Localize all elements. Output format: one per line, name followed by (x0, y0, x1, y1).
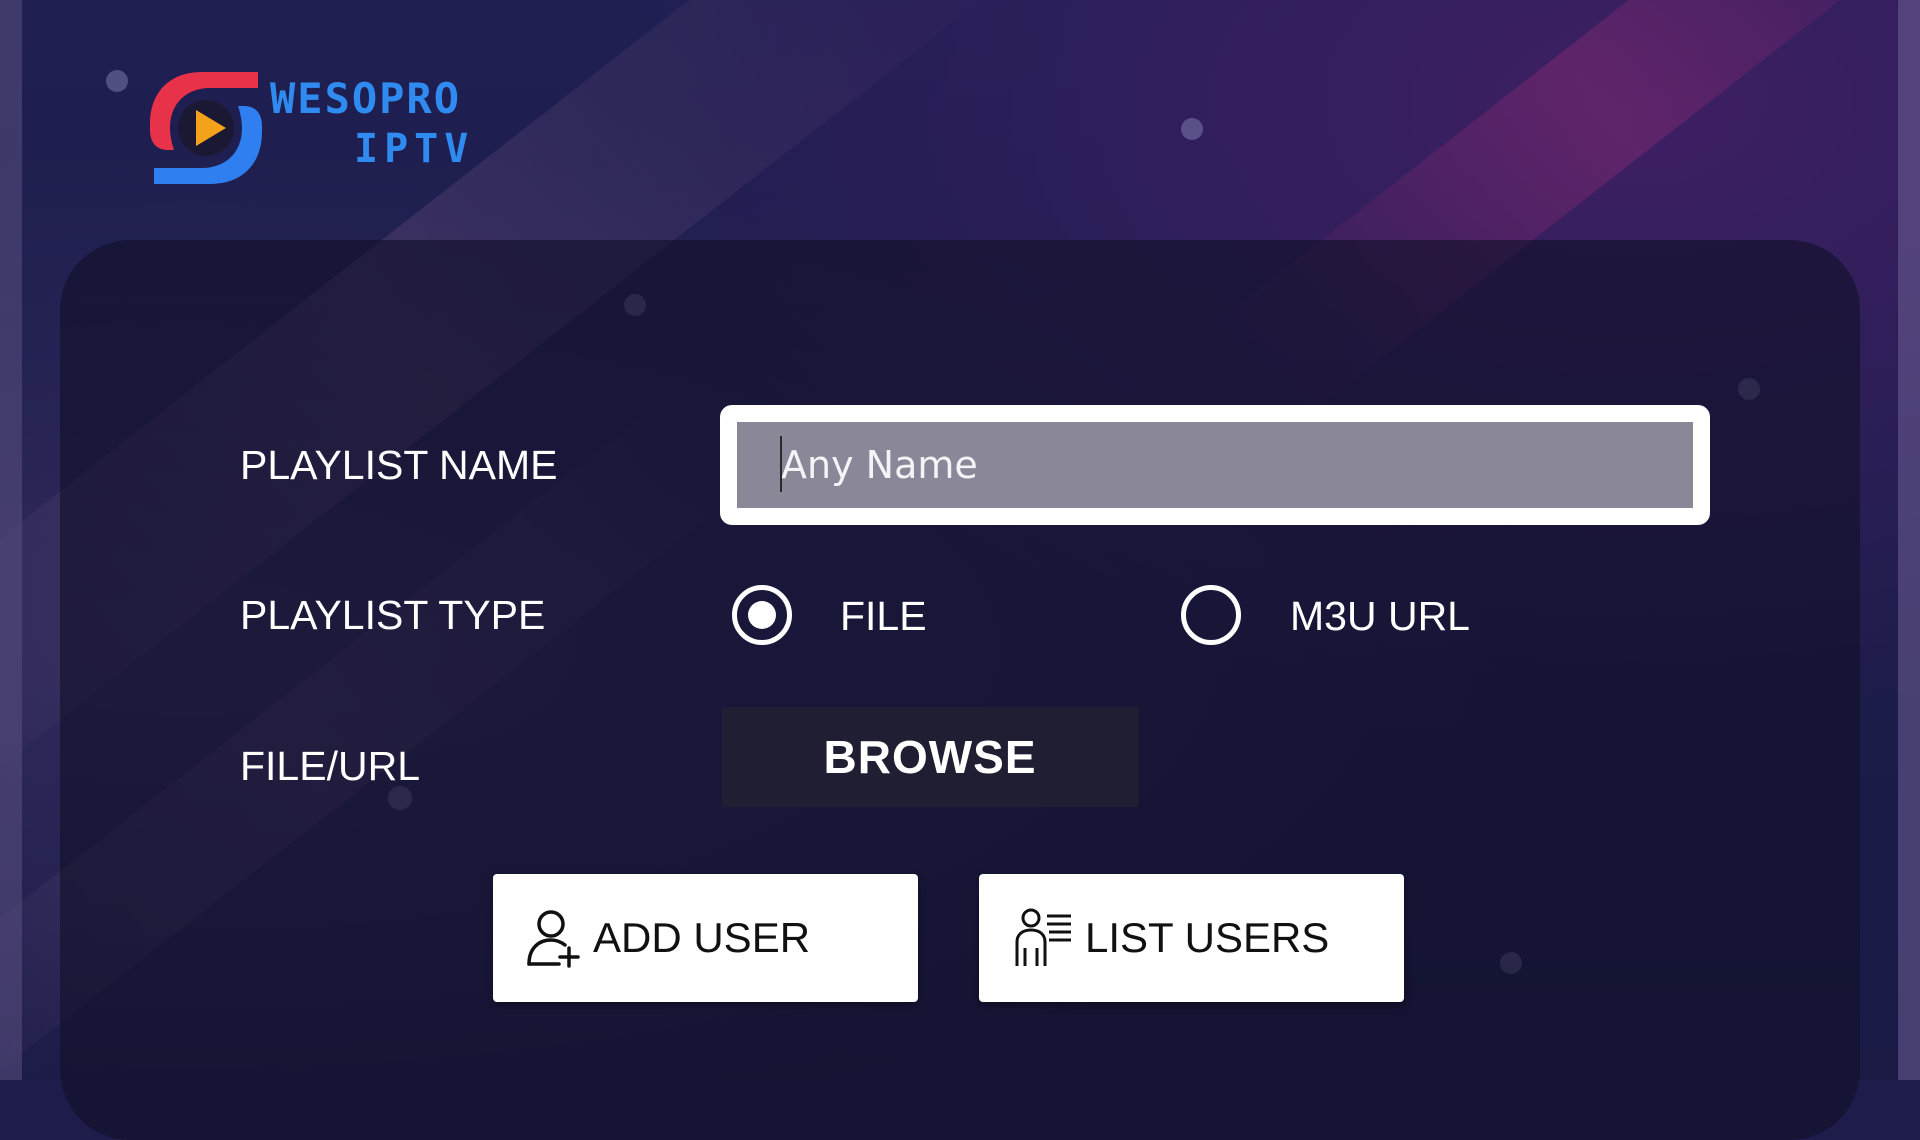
list-users-button[interactable]: LIST USERS (979, 874, 1404, 1002)
file-option-label[interactable]: FILE (840, 593, 927, 640)
brand-subtitle: IPTV (354, 126, 475, 172)
list-users-icon (1015, 908, 1071, 966)
playlist-name-field[interactable] (720, 405, 1710, 525)
right-edge (1898, 0, 1920, 1080)
file-radio-button[interactable] (732, 585, 792, 645)
brand-name: WESOPRO (270, 74, 462, 123)
add-user-icon (527, 910, 580, 968)
add-user-label: ADD USER (593, 914, 811, 961)
add-user-button[interactable]: ADD USER (493, 874, 918, 1002)
m3u-url-radio-button[interactable] (1181, 585, 1241, 645)
background-dot (1181, 118, 1203, 140)
playlist-name-input[interactable] (737, 422, 1693, 508)
playlist-form-panel (60, 240, 1860, 1140)
left-edge (0, 0, 22, 1080)
file-url-label: FILE/URL (240, 743, 420, 789)
playlist-type-label: PLAYLIST TYPE (240, 592, 546, 638)
playlist-name-label: PLAYLIST NAME (240, 442, 558, 488)
browse-button[interactable]: BROWSE (722, 707, 1138, 807)
radio-selected-dot (748, 601, 776, 629)
list-users-label: LIST USERS (1085, 914, 1330, 961)
m3u-url-option-label[interactable]: M3U URL (1290, 593, 1470, 640)
play-logo-icon (150, 72, 262, 184)
app-logo: WESOPRO IPTV (148, 66, 578, 192)
background-dot (106, 70, 128, 92)
text-cursor (780, 436, 782, 492)
